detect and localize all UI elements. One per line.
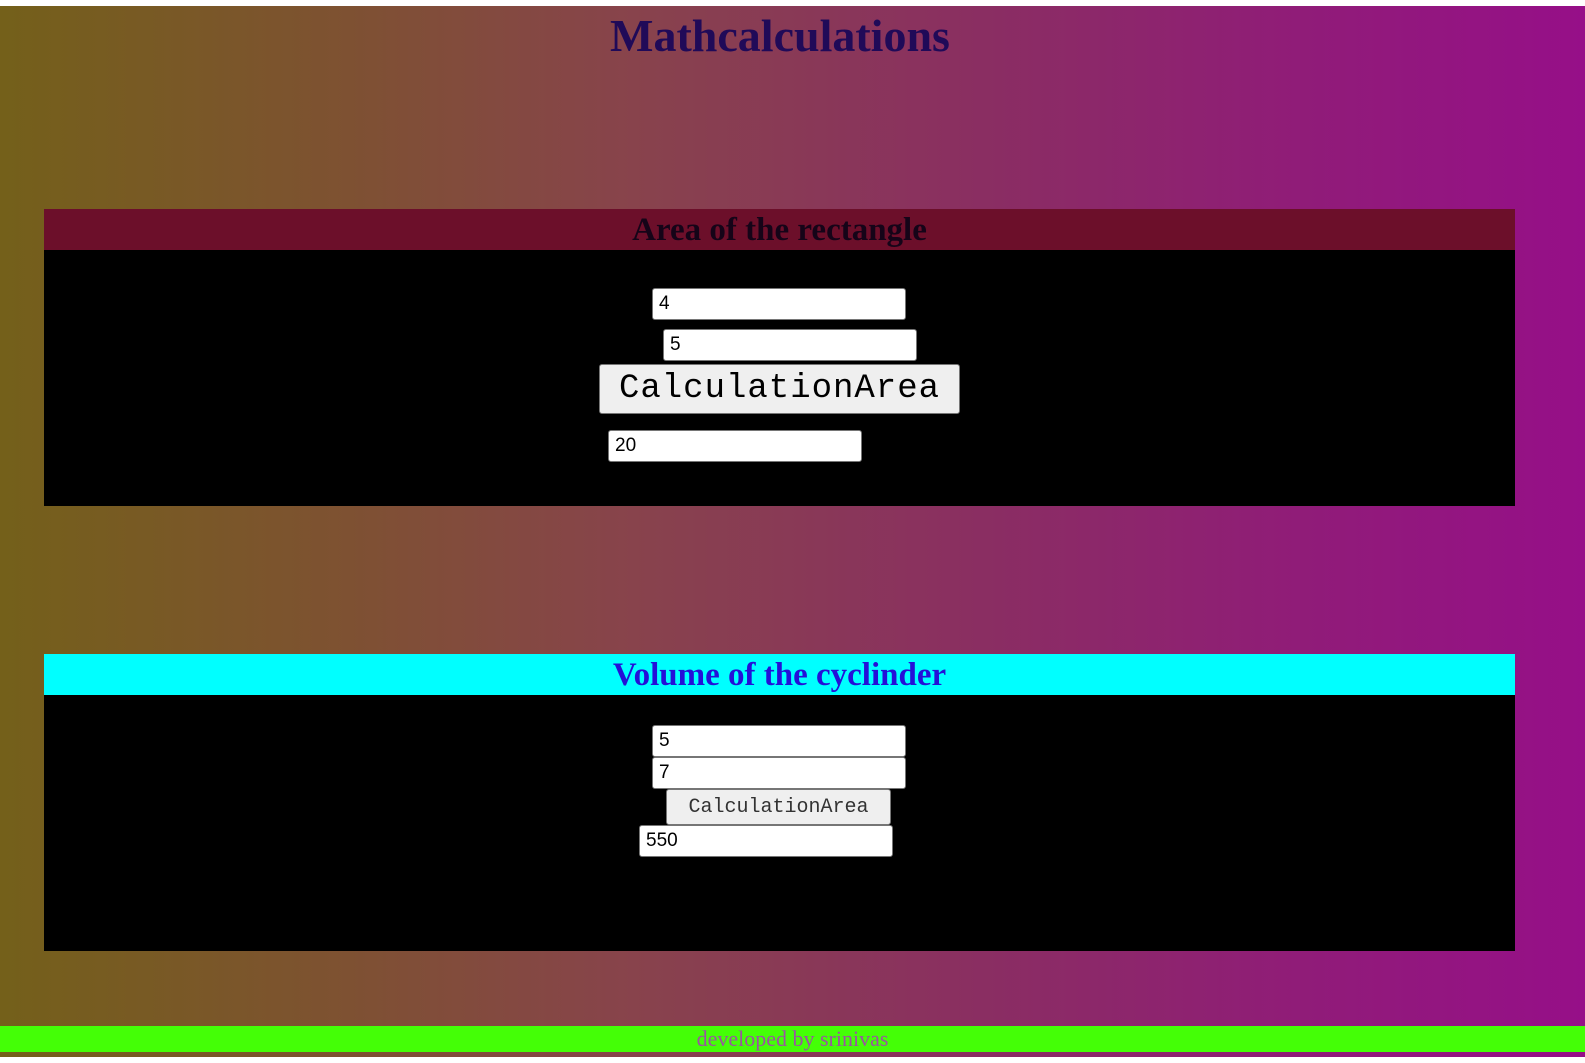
cylinder-calculate-button[interactable]: CalculationArea [666, 789, 891, 825]
rectangle-width-input[interactable] [663, 329, 917, 361]
cylinder-height-input[interactable] [652, 757, 906, 789]
rectangle-area-section: Area of the rectangle CalculationArea [44, 209, 1515, 506]
page-background: Mathcalculations Area of the rectangle C… [0, 6, 1585, 1057]
cylinder-result-output[interactable] [639, 825, 893, 857]
rectangle-length-input[interactable] [652, 288, 906, 320]
cylinder-panel: CalculationArea [44, 695, 1515, 951]
rectangle-section-heading: Area of the rectangle [44, 209, 1515, 250]
rectangle-result-output[interactable] [608, 430, 862, 462]
footer-credit: developed by srinivas [0, 1026, 1585, 1052]
cylinder-radius-input[interactable] [652, 725, 906, 757]
rectangle-calculate-button[interactable]: CalculationArea [599, 364, 960, 414]
cylinder-section-heading: Volume of the cyclinder [44, 654, 1515, 695]
page-title: Mathcalculations [610, 10, 950, 61]
cylinder-volume-section: Volume of the cyclinder CalculationArea [44, 654, 1515, 951]
rectangle-panel: CalculationArea [44, 250, 1515, 506]
